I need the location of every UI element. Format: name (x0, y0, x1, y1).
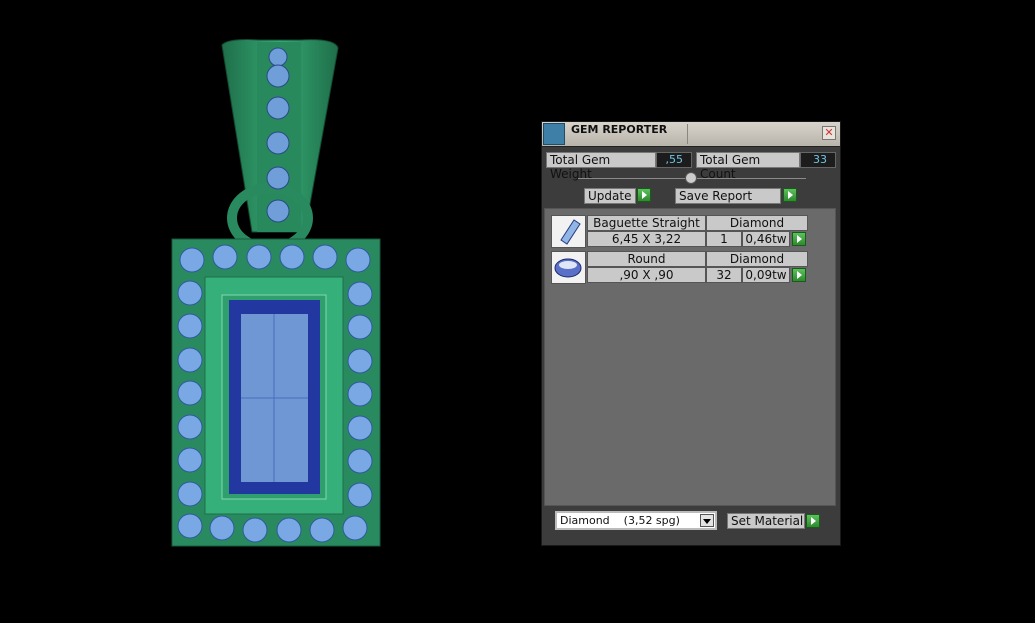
gem-size: ,90 X ,90 (587, 267, 706, 283)
title-separator (687, 124, 688, 144)
set-material-button[interactable]: Set Material (727, 513, 805, 529)
gem-row-arrow-icon[interactable] (792, 268, 806, 282)
gem-reporter-icon (543, 123, 565, 145)
gem-weight: 0,09tw (742, 267, 790, 283)
save-report-button[interactable]: Save Report (675, 188, 781, 204)
gem-weight: 0,46tw (742, 231, 790, 247)
total-gem-weight-value: ,55 (656, 152, 692, 168)
close-icon[interactable]: ✕ (822, 126, 836, 140)
total-gem-weight-label: Total Gem Weight (546, 152, 656, 181)
gem-reporter-panel: GEM REPORTER ✕ Total Gem Weight ,55 Tota… (541, 121, 841, 546)
gem-count: 32 (706, 267, 742, 283)
gem-shape: Baguette Straight (587, 215, 706, 231)
material-select[interactable]: Diamond (3,52 spg) (555, 511, 717, 530)
slider-handle[interactable] (685, 172, 697, 184)
save-report-arrow-icon[interactable] (783, 188, 797, 202)
pendant-model (171, 39, 381, 547)
gem-list: Baguette Straight Diamond 6,45 X 3,22 1 … (544, 208, 836, 506)
set-material-arrow-icon[interactable] (806, 514, 820, 528)
gem-row-arrow-icon[interactable] (792, 232, 806, 246)
chevron-down-icon[interactable] (700, 514, 714, 527)
gem-material: Diamond (706, 251, 808, 267)
round-gem-icon (551, 251, 586, 284)
gem-shape: Round (587, 251, 706, 267)
gem-size: 6,45 X 3,22 (587, 231, 706, 247)
material-select-value: Diamond (3,52 spg) (560, 514, 680, 527)
panel-title: GEM REPORTER (571, 123, 668, 136)
gem-material: Diamond (706, 215, 808, 231)
3d-viewport[interactable] (0, 0, 530, 620)
title-bar[interactable]: GEM REPORTER ✕ (542, 122, 840, 147)
total-gem-count-label: Total Gem Count (696, 152, 800, 181)
update-button[interactable]: Update (584, 188, 636, 204)
total-gem-count-value: 33 (800, 152, 836, 168)
gem-count: 1 (706, 231, 742, 247)
update-arrow-icon[interactable] (637, 188, 651, 202)
baguette-gem-icon (551, 215, 586, 248)
